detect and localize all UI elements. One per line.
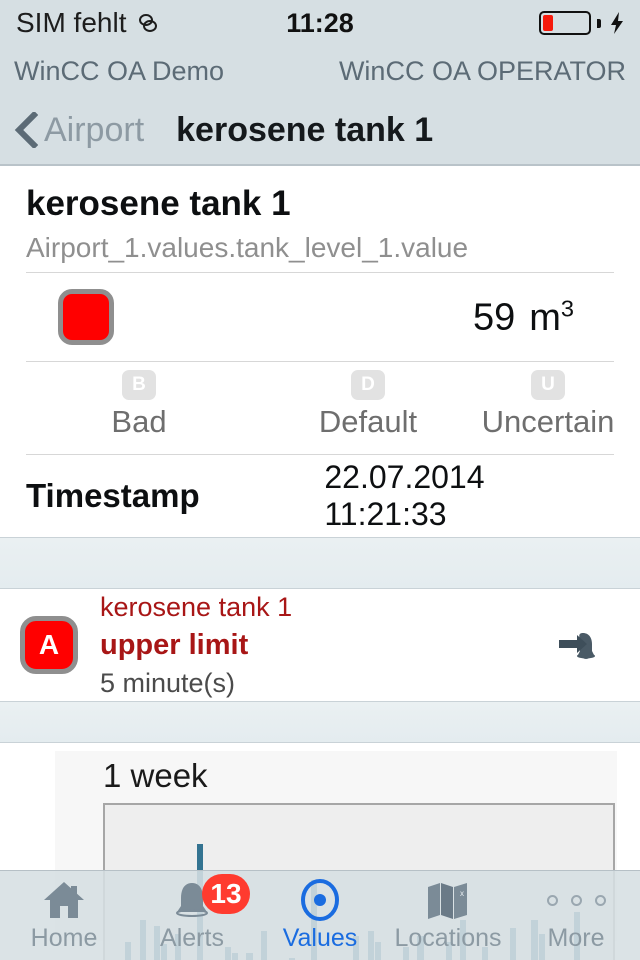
tab-alerts-label: Alerts [160,924,224,952]
tab-home[interactable]: Home [0,878,128,953]
tab-more[interactable]: More [512,878,640,953]
svg-text:x: x [460,889,464,898]
status-bar-right [539,11,626,35]
quality-label-bad: Bad [111,404,167,440]
project-name-label: WinCC OA Demo [14,55,225,86]
quality-flag-bad[interactable]: B Bad [0,370,278,440]
tab-alerts[interactable]: 13 Alerts [128,874,256,953]
alarm-badge: A [20,616,78,675]
tab-bar: Home 13 Alerts Values x Locations More [0,870,640,960]
timestamp-value: 22.07.2014 11:21:33 [324,459,485,533]
section-separator-band [0,537,640,590]
quality-flags-row: B Bad D Default U Uncertain [0,362,640,454]
quality-label-default: Default [318,404,418,440]
back-button-label: Airport [44,110,145,149]
tab-more-label: More [547,924,605,952]
battery-cap-icon [597,18,601,28]
home-icon [0,878,128,922]
alarm-list-item[interactable]: A kerosene tank 1 upper limit 5 minute(s… [0,589,640,702]
back-button[interactable]: Airport [12,111,144,150]
status-bar: SIM fehlt 11:28 [0,0,640,46]
quality-flag-default[interactable]: D Default [278,370,458,440]
page-title: kerosene tank 1 [176,110,434,149]
alarm-text-block: kerosene tank 1 upper limit 5 minute(s) [100,589,556,701]
alarm-message: upper limit [100,628,249,661]
tab-home-label: Home [30,924,98,952]
tab-values[interactable]: Values [256,878,384,953]
alerts-count-badge: 13 [202,874,250,914]
quality-flag-uncertain[interactable]: U Uncertain [458,370,638,440]
ellipsis-icon [512,878,640,922]
tab-locations[interactable]: x Locations [384,878,512,953]
battery-low-icon [539,11,591,35]
unit-exponent: 3 [560,294,574,321]
tab-locations-label: Locations [394,924,502,952]
chart-title: 1 week [103,757,208,795]
unit-base: m [529,296,561,339]
tab-values-label: Values [282,924,358,952]
alarm-state-square[interactable] [58,289,114,346]
value-display: 59 m3 [473,295,574,340]
value-row[interactable]: 59 m3 [0,273,640,361]
user-name-label: WinCC OA OPERATOR [338,55,626,86]
map-icon: x [384,878,512,922]
quality-badge-d: D [351,370,385,401]
quality-badge-b: B [122,370,156,401]
value-target-icon [256,878,384,922]
alarm-source: kerosene tank 1 [100,592,293,623]
datapoint-path: Airport_1.values.tank_level_1.value [26,231,469,263]
charging-bolt-icon [608,11,626,35]
chevron-left-icon [12,110,39,150]
section-separator-band [0,701,640,744]
navigation-bar: Airport kerosene tank 1 [0,96,640,166]
datapoint-detail-card: kerosene tank 1 Airport_1.values.tank_le… [0,168,640,538]
quality-badge-u: U [531,370,565,401]
app-screen: SIM fehlt 11:28 WinCC OA Demo WinCC OA O… [0,0,640,960]
value-unit: m3 [529,294,574,339]
quality-label-uncertain: Uncertain [481,404,615,440]
content-scroll-area[interactable]: kerosene tank 1 Airport_1.values.tank_le… [0,168,640,960]
timestamp-row: Timestamp 22.07.2014 11:21:33 [0,455,640,537]
app-header: WinCC OA Demo WinCC OA OPERATOR [0,46,640,96]
datapoint-title: kerosene tank 1 [26,184,291,223]
timestamp-label: Timestamp [26,477,200,515]
datapoint-header: kerosene tank 1 Airport_1.values.tank_le… [0,168,640,272]
value-number: 59 [472,296,516,339]
alarm-duration: 5 minute(s) [100,667,236,698]
goto-alert-bell-icon[interactable] [556,623,602,667]
